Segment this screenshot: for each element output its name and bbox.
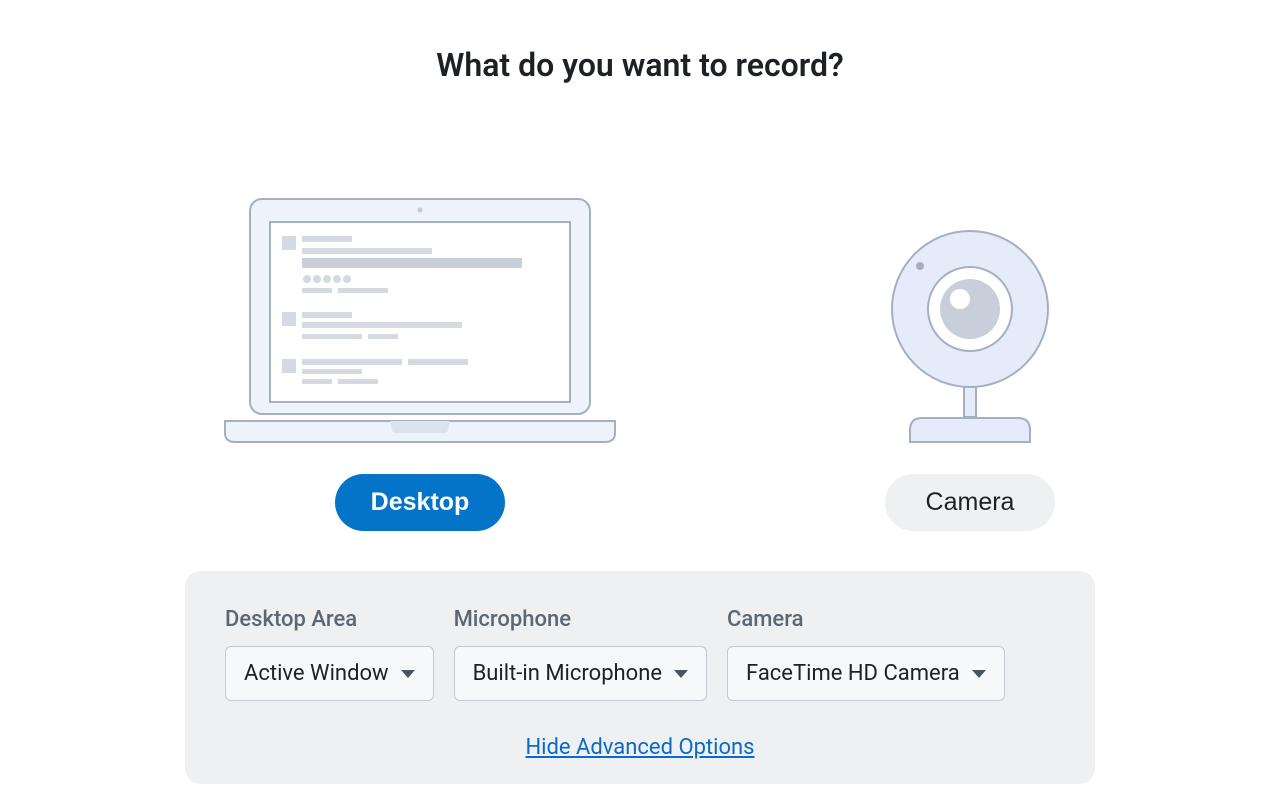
camera-group: Camera FaceTime HD Camera	[727, 607, 1005, 701]
camera-value: FaceTime HD Camera	[746, 661, 960, 686]
hide-advanced-options-link[interactable]: Hide Advanced Options	[225, 735, 1055, 760]
advanced-options-panel: Desktop Area Active Window Microphone Bu…	[185, 571, 1095, 784]
camera-select[interactable]: FaceTime HD Camera	[727, 646, 1005, 701]
chevron-down-icon	[674, 670, 688, 678]
desktop-area-group: Desktop Area Active Window	[225, 607, 434, 701]
camera-label: Camera	[727, 607, 1005, 632]
desktop-area-label: Desktop Area	[225, 607, 434, 632]
desktop-area-select[interactable]: Active Window	[225, 646, 434, 701]
chevron-down-icon	[972, 670, 986, 678]
microphone-value: Built-in Microphone	[473, 661, 662, 686]
desktop-area-value: Active Window	[244, 661, 389, 686]
webcam-icon	[880, 184, 1060, 444]
microphone-group: Microphone Built-in Microphone	[454, 607, 707, 701]
choice-camera: Camera	[880, 184, 1060, 531]
advanced-selects-row: Desktop Area Active Window Microphone Bu…	[225, 607, 1055, 701]
record-source-choices: Desktop Camera	[0, 184, 1280, 531]
camera-button[interactable]: Camera	[885, 474, 1055, 531]
desktop-button[interactable]: Desktop	[335, 474, 506, 531]
microphone-label: Microphone	[454, 607, 707, 632]
choice-desktop: Desktop	[220, 184, 620, 531]
laptop-icon	[220, 184, 620, 444]
page-title: What do you want to record?	[0, 46, 1280, 84]
chevron-down-icon	[401, 670, 415, 678]
microphone-select[interactable]: Built-in Microphone	[454, 646, 707, 701]
